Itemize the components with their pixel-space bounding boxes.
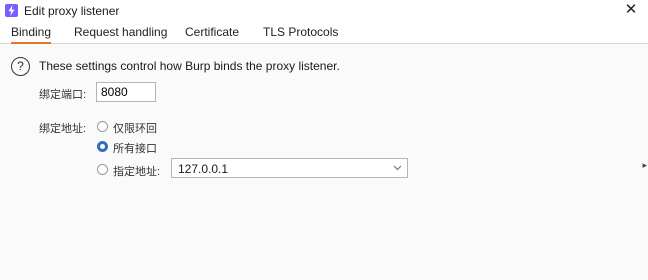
address-label: 绑定地址: <box>39 123 87 135</box>
radio-specific-address-label[interactable]: 指定地址: <box>113 163 160 179</box>
tab-tls-protocols[interactable]: TLS Protocols <box>263 25 338 42</box>
help-circle-icon: ? <box>11 57 30 76</box>
radio-loopback-only-label[interactable]: 仅限环回 <box>113 120 157 136</box>
radio-all-interfaces[interactable] <box>97 141 108 152</box>
side-arrow-icon: ▸ <box>642 160 647 170</box>
port-input[interactable] <box>96 82 156 102</box>
binding-panel: ? These settings control how Burp binds … <box>0 44 648 280</box>
radio-specific-address[interactable] <box>97 164 108 175</box>
window-title: Edit proxy listener <box>24 4 120 18</box>
tab-binding[interactable]: Binding <box>11 25 52 44</box>
burp-lightning-icon <box>5 4 18 17</box>
help-text: These settings control how Burp binds th… <box>39 59 340 73</box>
port-label: 绑定端口: <box>39 89 87 101</box>
radio-loopback-only[interactable] <box>97 121 108 132</box>
specific-address-dropdown[interactable]: 127.0.0.1 <box>171 158 408 178</box>
specific-address-value: 127.0.0.1 <box>178 162 229 176</box>
title-bar: Edit proxy listener ✕ <box>0 0 648 22</box>
radio-all-interfaces-label[interactable]: 所有接口 <box>113 140 157 156</box>
tab-bar: Binding Request handling Certificate TLS… <box>0 22 648 44</box>
close-button[interactable]: ✕ <box>622 1 640 19</box>
tab-certificate[interactable]: Certificate <box>185 25 239 42</box>
chevron-down-icon <box>393 165 402 171</box>
tab-request-handling[interactable]: Request handling <box>74 25 167 42</box>
